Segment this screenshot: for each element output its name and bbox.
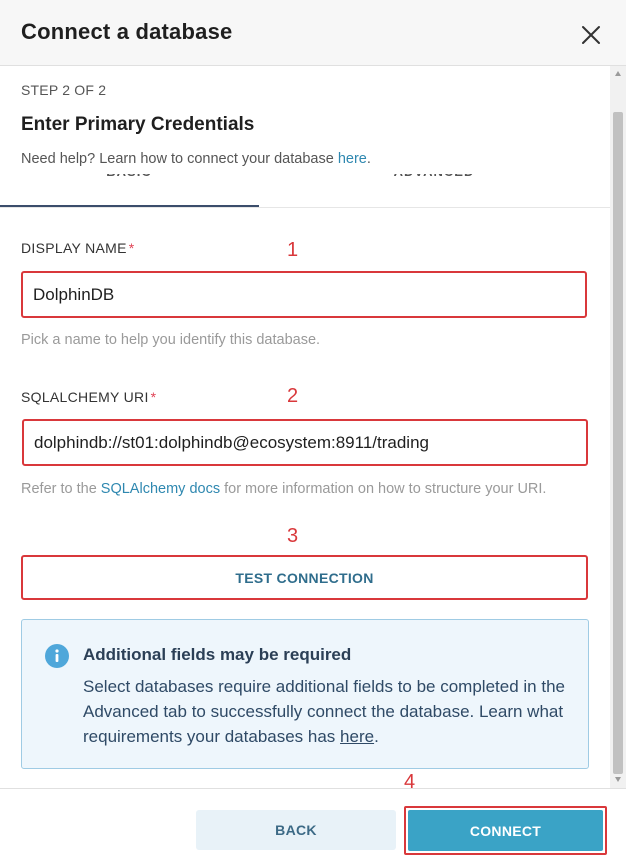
sqlalchemy-uri-hint: Refer to the SQLAlchemy docs for more in… (21, 481, 547, 497)
alert-title: Additional fields may be required (83, 645, 352, 664)
back-button[interactable]: BACK (196, 810, 396, 850)
tab-basic[interactable]: BASIC (0, 174, 258, 184)
scrollbar[interactable] (610, 66, 626, 788)
connect-database-modal: Connect a database STEP 2 OF 2 Enter Pri… (0, 0, 626, 867)
modal-header: Connect a database (0, 0, 626, 66)
close-icon[interactable] (578, 22, 604, 48)
modal-body: STEP 2 OF 2 Enter Primary Credentials Ne… (0, 66, 610, 788)
display-name-hint: Pick a name to help you identify this da… (21, 332, 321, 348)
tab-advanced[interactable]: ADVANCED (258, 174, 610, 184)
modal-title: Connect a database (21, 19, 233, 44)
required-marker: * (150, 389, 157, 405)
sqlalchemy-docs-link[interactable]: SQLAlchemy docs (101, 481, 220, 497)
tab-bar: BASIC ADVANCED (0, 174, 610, 208)
annotation-3: 3 (287, 525, 299, 547)
active-tab-indicator (0, 205, 259, 207)
display-name-label: DISPLAY NAME * (21, 240, 135, 256)
annotation-2: 2 (287, 385, 299, 407)
connect-button[interactable]: CONNECT (408, 810, 603, 851)
section-title: Enter Primary Credentials (21, 114, 255, 135)
help-link[interactable]: here (338, 151, 367, 167)
alert-text: Select databases require additional fiel… (83, 677, 565, 746)
test-connection-button[interactable]: TEST CONNECTION (21, 555, 588, 600)
required-marker: * (128, 240, 135, 256)
info-icon (45, 644, 69, 668)
scroll-thumb[interactable] (613, 112, 623, 774)
sqlalchemy-uri-label: SQLALCHEMY URI * (21, 389, 157, 405)
info-alert: Additional fields may be required Select… (21, 619, 589, 769)
modal-footer: BACK CONNECT (0, 788, 626, 867)
scroll-up-arrow-icon[interactable] (615, 71, 621, 76)
scroll-down-arrow-icon[interactable] (615, 777, 621, 782)
display-name-input[interactable] (33, 273, 573, 316)
sqlalchemy-uri-input[interactable] (34, 421, 574, 464)
sqlalchemy-uri-field-frame (22, 419, 588, 466)
connect-button-frame: CONNECT (404, 806, 607, 855)
help-text: Need help? Learn how to connect your dat… (21, 151, 371, 167)
alert-here-link[interactable]: here (340, 727, 374, 746)
annotation-1: 1 (287, 239, 299, 261)
display-name-field-frame (21, 271, 587, 318)
step-indicator: STEP 2 OF 2 (21, 82, 107, 98)
